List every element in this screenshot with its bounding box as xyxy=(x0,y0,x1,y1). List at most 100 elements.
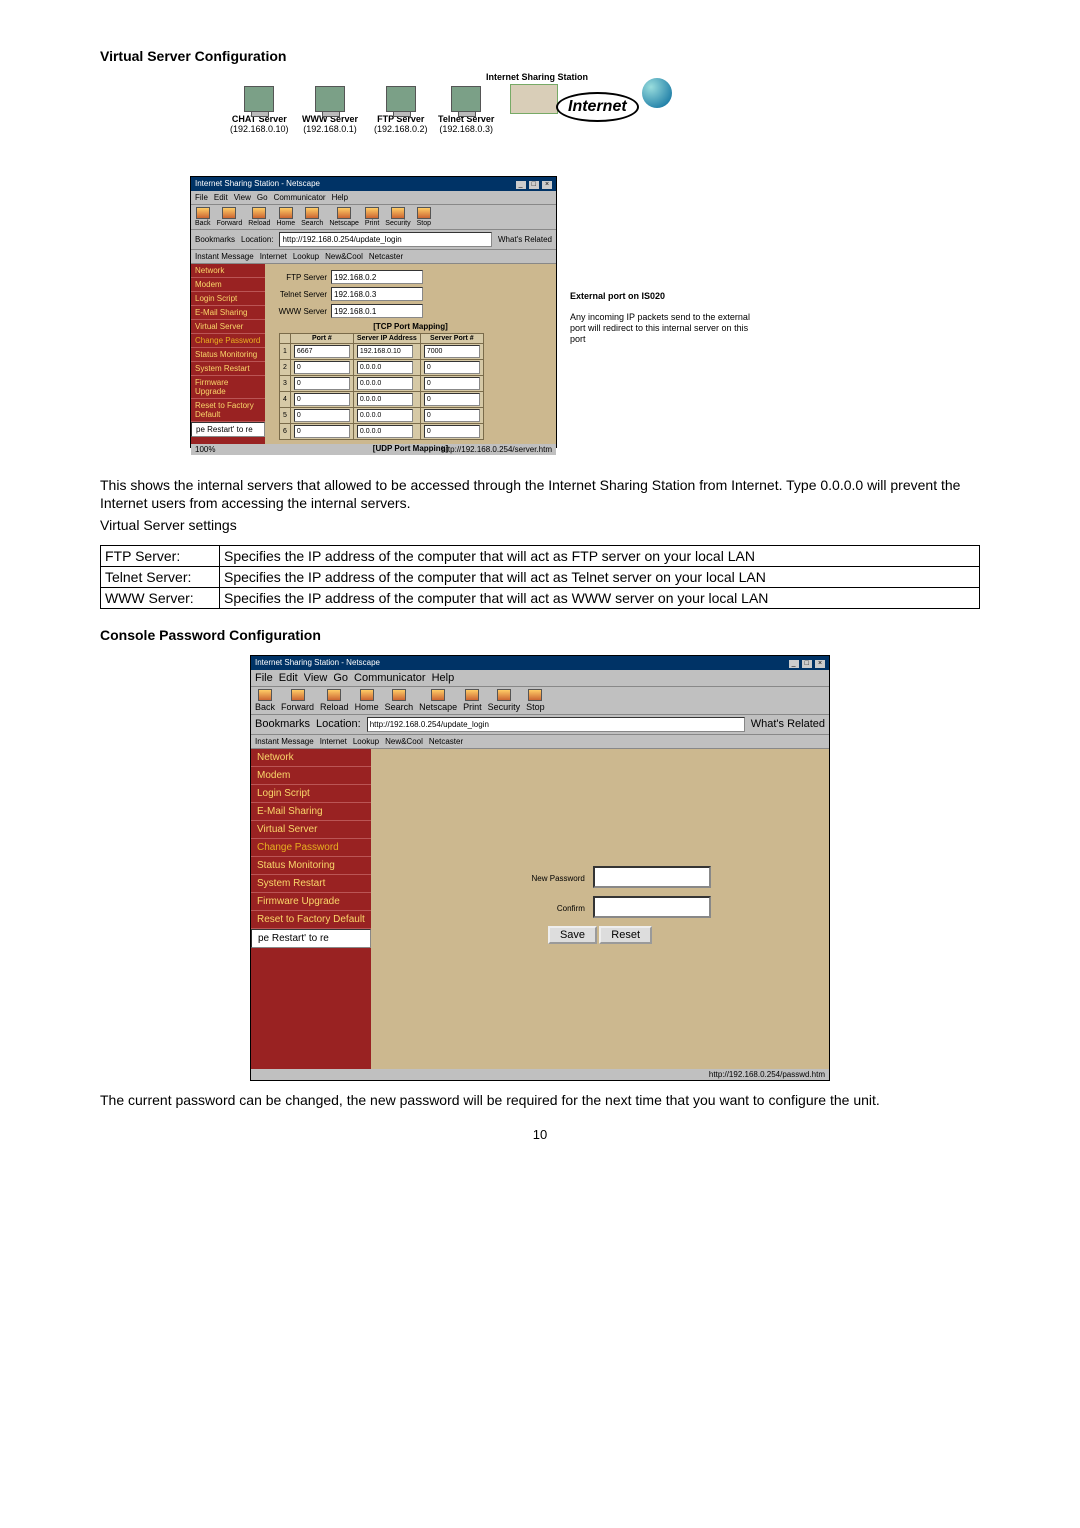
menu-go[interactable]: Go xyxy=(257,193,268,202)
link-lookup[interactable]: Lookup xyxy=(293,252,319,261)
reload-button[interactable]: Reload xyxy=(248,207,270,227)
home-button[interactable]: Home xyxy=(355,689,379,712)
sidebar-item-modem[interactable]: Modem xyxy=(251,767,371,785)
location-input[interactable] xyxy=(279,232,492,247)
home-button[interactable]: Home xyxy=(276,207,295,227)
forward-button[interactable]: Forward xyxy=(217,207,243,227)
menu-file[interactable]: File xyxy=(255,672,273,684)
sidebar-item-change-password[interactable]: Change Password xyxy=(191,334,265,348)
sidebar-item-reset-factory[interactable]: Reset to Factory Default xyxy=(251,911,371,929)
location-input[interactable] xyxy=(367,717,745,732)
minimize-button[interactable]: _ xyxy=(516,181,526,189)
menu-view[interactable]: View xyxy=(304,672,328,684)
sidebar-item-email-sharing[interactable]: E-Mail Sharing xyxy=(251,803,371,821)
sidebar-item-firmware-upgrade[interactable]: Firmware Upgrade xyxy=(191,376,265,399)
sidebar-item-system-restart[interactable]: System Restart xyxy=(251,875,371,893)
www-server-input[interactable] xyxy=(331,304,423,318)
server-port-input[interactable] xyxy=(424,345,480,358)
link-internet[interactable]: Internet xyxy=(260,252,287,261)
save-button[interactable]: Save xyxy=(548,926,597,944)
link-instant-message[interactable]: Instant Message xyxy=(255,737,314,746)
link-lookup[interactable]: Lookup xyxy=(353,737,379,746)
server-port-input[interactable] xyxy=(424,409,480,422)
menu-view[interactable]: View xyxy=(234,193,251,202)
menu-communicator[interactable]: Communicator xyxy=(354,672,426,684)
stop-button[interactable]: Stop xyxy=(417,207,431,227)
sidebar-item-virtual-server[interactable]: Virtual Server xyxy=(191,320,265,334)
print-button[interactable]: Print xyxy=(365,207,379,227)
server-port-input[interactable] xyxy=(424,393,480,406)
telnet-server-input[interactable] xyxy=(331,287,423,301)
menu-file[interactable]: File xyxy=(195,193,208,202)
server-port-input[interactable] xyxy=(424,361,480,374)
security-button[interactable]: Security xyxy=(385,207,410,227)
reload-icon xyxy=(252,207,266,219)
sidebar-item-network[interactable]: Network xyxy=(191,264,265,278)
ip-input[interactable] xyxy=(357,409,413,422)
sidebar-item-system-restart[interactable]: System Restart xyxy=(191,362,265,376)
maximize-button[interactable]: □ xyxy=(802,660,812,668)
sidebar-item-email-sharing[interactable]: E-Mail Sharing xyxy=(191,306,265,320)
reset-button[interactable]: Reset xyxy=(599,926,652,944)
menu-edit[interactable]: Edit xyxy=(279,672,298,684)
ip-input[interactable] xyxy=(357,361,413,374)
port-input[interactable] xyxy=(294,393,350,406)
server-ip: (192.168.0.3) xyxy=(438,124,494,134)
menu-go[interactable]: Go xyxy=(333,672,348,684)
port-input[interactable] xyxy=(294,345,350,358)
sidebar-item-reset-factory[interactable]: Reset to Factory Default xyxy=(191,399,265,422)
search-button[interactable]: Search xyxy=(385,689,414,712)
bookmarks-button[interactable]: Bookmarks xyxy=(255,718,310,730)
port-input[interactable] xyxy=(294,409,350,422)
menu-edit[interactable]: Edit xyxy=(214,193,228,202)
search-button[interactable]: Search xyxy=(301,207,323,227)
maximize-button[interactable]: □ xyxy=(529,181,539,189)
forward-button[interactable]: Forward xyxy=(281,689,314,712)
link-newcool[interactable]: New&Cool xyxy=(385,737,423,746)
menu-communicator[interactable]: Communicator xyxy=(274,193,326,202)
ftp-server-input[interactable] xyxy=(331,270,423,284)
sidebar-item-virtual-server[interactable]: Virtual Server xyxy=(251,821,371,839)
netscape-button[interactable]: Netscape xyxy=(419,689,457,712)
security-button[interactable]: Security xyxy=(488,689,521,712)
link-netcaster[interactable]: Netcaster xyxy=(429,737,463,746)
server-port-input[interactable] xyxy=(424,377,480,390)
sidebar-item-network[interactable]: Network xyxy=(251,749,371,767)
sidebar-item-firmware-upgrade[interactable]: Firmware Upgrade xyxy=(251,893,371,911)
back-button[interactable]: Back xyxy=(195,207,211,227)
confirm-password-input[interactable] xyxy=(593,896,711,918)
sidebar-item-login-script[interactable]: Login Script xyxy=(251,785,371,803)
ip-input[interactable] xyxy=(357,393,413,406)
sidebar-item-status-monitoring[interactable]: Status Monitoring xyxy=(191,348,265,362)
table-row: 2 xyxy=(280,360,484,376)
ip-input[interactable] xyxy=(357,377,413,390)
sidebar-item-status-monitoring[interactable]: Status Monitoring xyxy=(251,857,371,875)
stop-button[interactable]: Stop xyxy=(526,689,545,712)
bookmarks-button[interactable]: Bookmarks xyxy=(195,235,235,244)
print-button[interactable]: Print xyxy=(463,689,482,712)
menu-help[interactable]: Help xyxy=(432,672,455,684)
whats-related-button[interactable]: What's Related xyxy=(751,718,825,730)
close-button[interactable]: × xyxy=(815,660,825,668)
sidebar-item-login-script[interactable]: Login Script xyxy=(191,292,265,306)
port-input[interactable] xyxy=(294,425,350,438)
back-button[interactable]: Back xyxy=(255,689,275,712)
sidebar-item-change-password[interactable]: Change Password xyxy=(251,839,371,857)
reload-button[interactable]: Reload xyxy=(320,689,349,712)
minimize-button[interactable]: _ xyxy=(789,660,799,668)
netscape-button[interactable]: Netscape xyxy=(329,207,359,227)
menu-help[interactable]: Help xyxy=(332,193,348,202)
link-netcaster[interactable]: Netcaster xyxy=(369,252,403,261)
ip-input[interactable] xyxy=(357,345,413,358)
whats-related-button[interactable]: What's Related xyxy=(498,235,552,244)
link-internet[interactable]: Internet xyxy=(320,737,347,746)
ip-input[interactable] xyxy=(357,425,413,438)
new-password-input[interactable] xyxy=(593,866,711,888)
close-button[interactable]: × xyxy=(542,181,552,189)
link-instant-message[interactable]: Instant Message xyxy=(195,252,254,261)
port-input[interactable] xyxy=(294,361,350,374)
port-input[interactable] xyxy=(294,377,350,390)
link-newcool[interactable]: New&Cool xyxy=(325,252,363,261)
server-port-input[interactable] xyxy=(424,425,480,438)
sidebar-item-modem[interactable]: Modem xyxy=(191,278,265,292)
